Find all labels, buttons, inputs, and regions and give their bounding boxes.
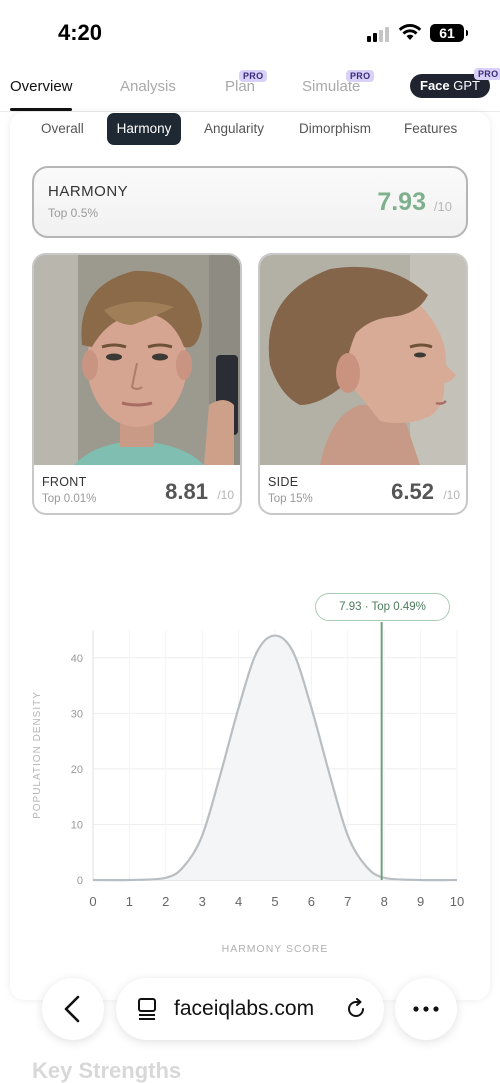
x-tick-label: 7 [344,894,351,909]
side-photo-card[interactable]: SIDE Top 15% 6.52 /10 [258,253,468,515]
reload-icon[interactable] [345,998,367,1020]
x-tick-label: 2 [162,894,169,909]
tab-overview-icon [138,998,156,1020]
harmony-label: HARMONY [48,183,129,200]
active-tab-indicator [10,108,72,111]
score-callout: 7.93 · Top 0.49% [315,593,450,621]
front-score: 8.81 [165,479,208,504]
x-tick-label: 5 [271,894,278,909]
front-percentile: Top 0.01% [42,493,97,505]
x-tick-label: 10 [450,894,464,909]
harmony-score-card: HARMONY Top 0.5% 7.93 /10 [32,166,468,238]
harmony-denominator: /10 [433,199,452,214]
distribution-area [93,635,457,881]
side-face-photo [260,255,466,465]
x-axis-title: HARMONY SCORE [222,943,329,955]
y-tick-label: 0 [77,875,83,887]
cellular-signal-icon [367,26,391,42]
subtab-harmony[interactable]: Harmony [107,113,181,145]
side-percentile: Top 15% [268,493,313,505]
harmony-distribution-chart: 0 1 2 3 4 5 6 7 8 9 10 0 10 20 30 40 HARMONY SCORE POPULA… [32,622,464,955]
front-photo-card[interactable]: FRONT Top 0.01% 8.81 /10 [32,253,242,515]
x-tick-label: 1 [126,894,133,909]
y-tick-label: 10 [71,819,83,831]
facegpt-label: GPT [453,78,480,93]
front-face-photo [34,255,240,465]
status-bar: 4:20 61 [0,0,500,64]
y-tick-label: 40 [71,653,83,665]
x-tick-label: 9 [417,894,424,909]
ellipsis-icon [413,1006,439,1012]
pro-badge: PRO [239,70,268,82]
tab-analysis[interactable]: Analysis [120,78,176,95]
chevron-left-icon [64,995,80,1023]
side-label: SIDE [268,475,299,489]
battery-icon: 61 [430,24,468,42]
front-label: FRONT [42,475,87,489]
top-nav: Overview Analysis Plan PRO Simulate PRO … [0,64,500,112]
subtab-dimorphism[interactable]: Dimorphism [299,121,371,136]
x-tick-label: 8 [381,894,388,909]
wifi-icon [398,24,422,40]
subtab-features[interactable]: Features [404,121,457,136]
pro-badge: PRO [474,68,500,80]
subtab-angularity[interactable]: Angularity [204,121,264,136]
facegpt-label-bold: Face [420,78,450,93]
pro-badge: PRO [346,70,375,82]
tab-overview[interactable]: Overview [10,78,73,95]
key-strengths-heading: Key Strengths [32,1058,182,1083]
harmony-percentile: Top 0.5% [48,206,99,220]
x-tick-label: 4 [235,894,242,909]
side-score: 6.52 [391,479,434,504]
side-denominator: /10 [443,488,460,502]
x-tick-label: 0 [89,894,96,909]
y-tick-label: 20 [71,764,83,776]
x-tick-label: 3 [199,894,206,909]
x-tick-label: 6 [308,894,315,909]
subtab-overall[interactable]: Overall [41,121,84,136]
back-button[interactable] [42,978,104,1040]
sub-tabs: Overall Harmony Angularity Dimorphism Fe… [0,112,500,148]
y-axis-title: POPULATION DENSITY [32,691,43,819]
status-time: 4:20 [58,20,103,45]
harmony-score: 7.93 [377,188,426,216]
url-text: faceiqlabs.com [174,997,315,1020]
front-denominator: /10 [217,488,234,502]
address-bar[interactable]: faceiqlabs.com [116,978,384,1040]
y-tick-label: 30 [71,708,83,720]
more-options-button[interactable] [395,978,457,1040]
